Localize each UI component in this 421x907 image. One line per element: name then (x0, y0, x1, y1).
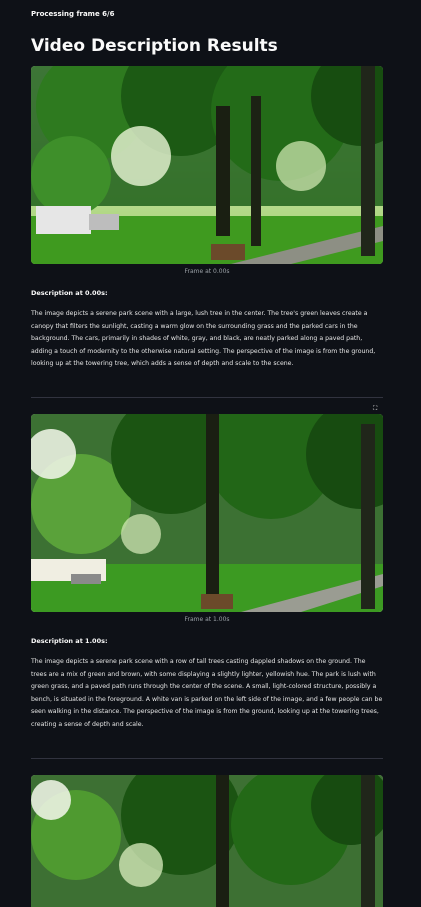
expand-icon[interactable]: ⛶ (373, 406, 379, 412)
description-text: The image depicts a serene park scene wi… (31, 310, 376, 368)
frame-result-3 (31, 775, 383, 907)
description-heading: Description at 1.00s: (31, 637, 108, 645)
frame-caption: Frame at 1.00s (184, 616, 230, 623)
divider (31, 758, 383, 759)
frame-image[interactable] (31, 414, 383, 612)
frame-caption: Frame at 0.00s (184, 268, 230, 275)
frame-result-2: ⛶ Frame at 1.00s Description at 1.00s: T… (31, 406, 383, 732)
app-page: Processing frame 6/6 Video Description R… (0, 0, 421, 907)
park-scene-image (31, 66, 383, 264)
description-heading: Description at 0.00s: (31, 289, 108, 297)
divider (31, 397, 383, 398)
frame-result-1: Frame at 0.00s Description at 0.00s: The… (31, 66, 383, 371)
frame-image[interactable] (31, 775, 383, 907)
park-scene-image (31, 414, 383, 612)
frame-image[interactable] (31, 66, 383, 264)
park-scene-image (31, 775, 383, 907)
description-text: The image depicts a serene park scene wi… (31, 658, 383, 728)
page-title: Video Description Results (31, 36, 278, 56)
processing-status: Processing frame 6/6 (31, 10, 115, 18)
